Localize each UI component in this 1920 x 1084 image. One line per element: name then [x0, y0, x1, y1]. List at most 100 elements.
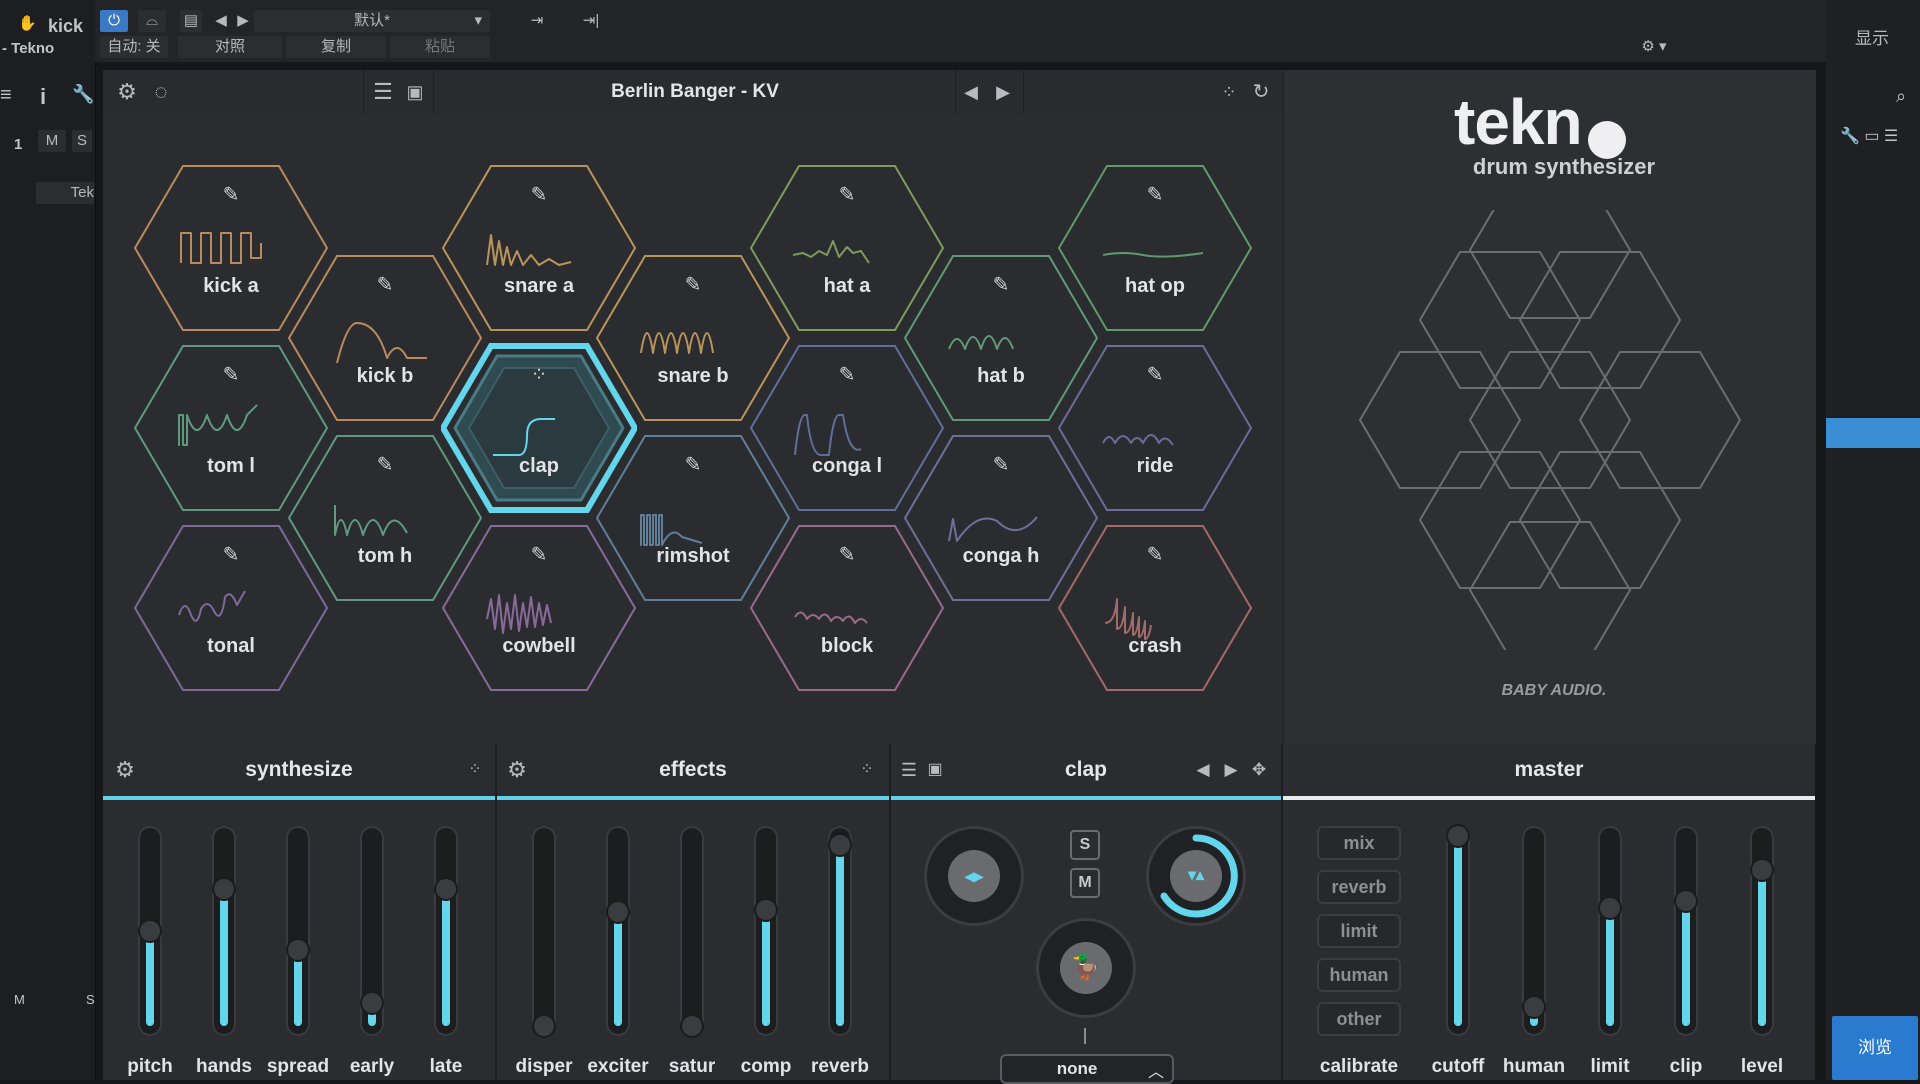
hand-icon[interactable]: ✋ [18, 14, 37, 32]
undo-icon[interactable]: ↻ [1247, 79, 1275, 105]
fader-early[interactable] [360, 826, 384, 1036]
randomize-all-icon[interactable]: ⁘ [1215, 79, 1243, 105]
pad-prev-icon[interactable]: ◀ [1189, 757, 1217, 783]
search-icon[interactable]: ⌕ [1896, 86, 1906, 107]
fader-limit[interactable] [1598, 826, 1622, 1036]
master-toggle-reverb[interactable]: reverb [1317, 870, 1401, 904]
pencil-icon[interactable]: ✎ [989, 453, 1013, 477]
compare-button[interactable]: 对照 [178, 36, 282, 58]
pencil-icon[interactable]: ✎ [1143, 183, 1167, 207]
pad-save-icon[interactable]: ▣ [921, 757, 949, 783]
fader-thumb[interactable] [756, 900, 776, 920]
pad-cowbell[interactable]: ✎ cowbell [441, 523, 637, 693]
pad-ride[interactable]: ✎ ride [1057, 343, 1253, 513]
fader-disper[interactable] [532, 826, 556, 1036]
instrument-label[interactable]: Tek [36, 182, 94, 204]
pan-knob[interactable]: ◂▸ [924, 826, 1024, 926]
master-toggle-limit[interactable]: limit [1317, 914, 1401, 948]
browser-selection[interactable] [1826, 418, 1920, 448]
skip-icon[interactable]: ⇥| [574, 10, 608, 32]
fader-thumb[interactable] [1524, 997, 1544, 1017]
randomize-dial-icon[interactable]: ◌ [147, 79, 175, 105]
pencil-icon[interactable]: ✎ [835, 363, 859, 387]
host-settings-icon[interactable]: ⚙ ▾ [1634, 36, 1674, 58]
prev-preset-icon[interactable]: ◀ [957, 79, 985, 105]
pitch-knob[interactable]: ▾▴ [1146, 826, 1246, 926]
mute-toggle[interactable]: M [1070, 868, 1100, 898]
master-toggle-human[interactable]: human [1317, 958, 1401, 992]
preset-list-icon[interactable]: ☰ [369, 79, 397, 105]
power-button[interactable]: ⏻ [100, 10, 128, 32]
pad-move-icon[interactable]: ✥ [1245, 757, 1273, 783]
fader-thumb[interactable] [362, 993, 382, 1013]
fader-cutoff[interactable] [1446, 826, 1470, 1036]
fader-exciter[interactable] [606, 826, 630, 1036]
fader-thumb[interactable] [1676, 891, 1696, 911]
pencil-icon[interactable]: ✎ [835, 183, 859, 207]
pencil-icon[interactable]: ✎ [219, 363, 243, 387]
fader-spread[interactable] [286, 826, 310, 1036]
synth-settings-icon[interactable]: ⚙ [111, 757, 139, 783]
fader-thumb[interactable] [288, 940, 308, 960]
mute-button[interactable]: M [38, 130, 66, 152]
pencil-icon[interactable]: ✎ [373, 453, 397, 477]
show-button[interactable]: 显示 [1840, 28, 1904, 50]
next-preset-icon[interactable]: ▶ [234, 10, 252, 32]
pencil-icon[interactable]: ✎ [835, 543, 859, 567]
paste-button[interactable]: 粘贴 [390, 36, 490, 58]
synth-randomize-icon[interactable]: ⁘ [461, 757, 489, 783]
list-icon[interactable]: ≡ [0, 84, 12, 107]
fader-thumb[interactable] [1752, 860, 1772, 880]
fader-thumb[interactable] [682, 1016, 702, 1036]
master-toggle-mix[interactable]: mix [1317, 826, 1401, 860]
preset-name[interactable]: Berlin Banger - KV [560, 70, 830, 114]
fader-level[interactable] [1750, 826, 1774, 1036]
wrench-icon[interactable]: 🔧 [72, 84, 94, 105]
browse-button[interactable]: 浏览 [1832, 1016, 1918, 1080]
fader-thumb[interactable] [1600, 898, 1620, 918]
duck-knob[interactable]: 🦆 [1036, 918, 1136, 1018]
fader-human[interactable] [1522, 826, 1546, 1036]
pencil-icon[interactable]: ✎ [219, 183, 243, 207]
pad-next-icon[interactable]: ▶ [1217, 757, 1245, 783]
effects-randomize-icon[interactable]: ⁘ [853, 757, 881, 783]
pencil-icon[interactable]: ✎ [373, 273, 397, 297]
pad-crash[interactable]: ✎ crash [1057, 523, 1253, 693]
fader-thumb[interactable] [1448, 826, 1468, 846]
pencil-icon[interactable]: ✎ [681, 273, 705, 297]
gear-icon[interactable]: ⚙ [113, 79, 141, 105]
pencil-icon[interactable]: ✎ [1143, 363, 1167, 387]
pencil-icon[interactable]: ✎ [1143, 543, 1167, 567]
pencil-icon[interactable]: ✎ [681, 453, 705, 477]
host-preset-select[interactable]: 默认* ▾ [254, 10, 490, 32]
fader-thumb[interactable] [436, 879, 456, 899]
pad-hat-op[interactable]: ✎ hat op [1057, 163, 1253, 333]
pad-list-icon[interactable]: ☰ [895, 757, 923, 783]
pad-tonal[interactable]: ✎ tonal [133, 523, 329, 693]
fader-pitch[interactable] [138, 826, 162, 1036]
pencil-icon[interactable]: ✎ [989, 273, 1013, 297]
browser-tools-icon[interactable]: 🔧 ▭ ☰ [1840, 126, 1898, 146]
effects-settings-icon[interactable]: ⚙ [503, 757, 531, 783]
auto-button[interactable]: 自动: 关 [100, 36, 168, 58]
fader-thumb[interactable] [608, 902, 628, 922]
solo-button[interactable]: S [72, 130, 92, 152]
save-icon[interactable]: ▣ [401, 79, 429, 105]
solo-toggle[interactable]: S [1070, 830, 1100, 860]
pencil-icon[interactable]: ✎ [219, 543, 243, 567]
fader-comp[interactable] [754, 826, 778, 1036]
forward-icon[interactable]: ⇥ [520, 10, 554, 32]
fader-thumb[interactable] [534, 1016, 554, 1036]
pencil-icon[interactable]: ✎ [527, 183, 551, 207]
fader-thumb[interactable] [830, 835, 850, 855]
pencil-icon[interactable]: ✎ [527, 543, 551, 567]
fader-thumb[interactable] [214, 879, 234, 899]
fader-hands[interactable] [212, 826, 236, 1036]
info-icon[interactable]: i [40, 84, 46, 110]
fader-thumb[interactable] [140, 921, 160, 941]
prev-preset-icon[interactable]: ◀ [212, 10, 230, 32]
randomize-icon[interactable]: ⁘ [527, 363, 551, 387]
compare-icon[interactable]: ⌓ [138, 10, 166, 32]
fader-late[interactable] [434, 826, 458, 1036]
master-toggle-other[interactable]: other [1317, 1002, 1401, 1036]
